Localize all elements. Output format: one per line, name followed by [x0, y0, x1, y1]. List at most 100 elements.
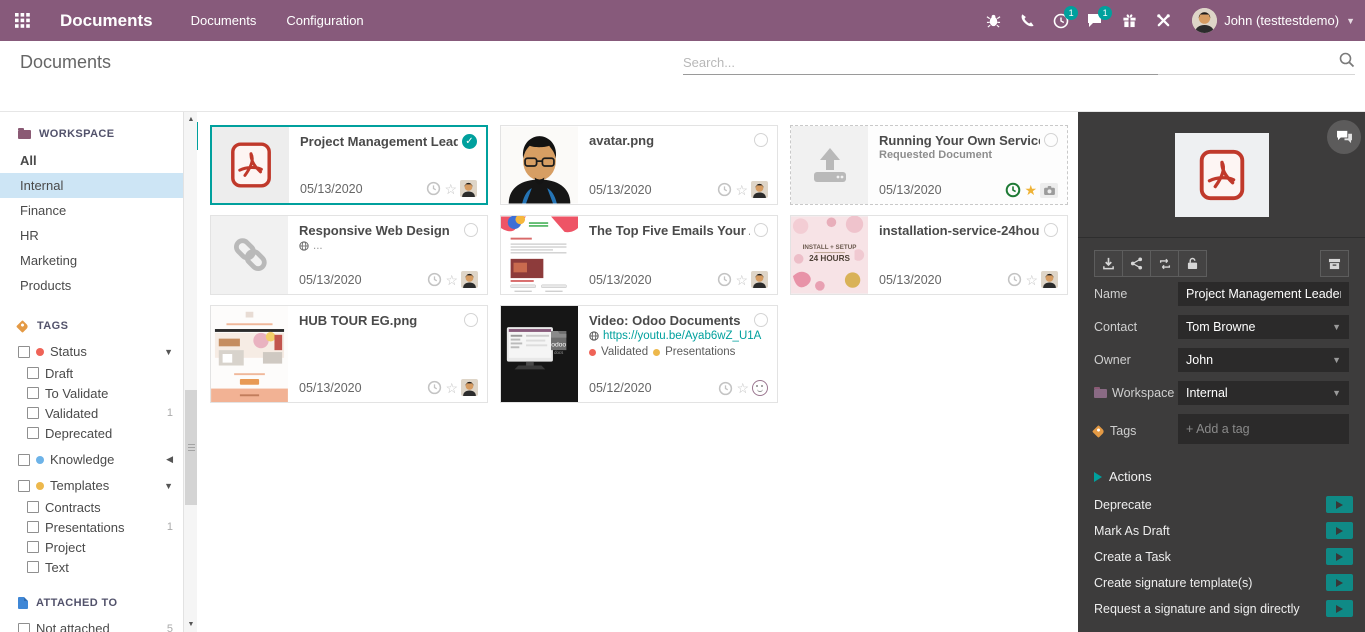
sidebar-item-internal[interactable]: Internal — [0, 173, 183, 198]
select-circle[interactable] — [754, 133, 768, 147]
star-icon[interactable]: ☆ — [1025, 273, 1038, 287]
sidebar-scrollbar[interactable]: ▲ ▼ — [183, 112, 197, 632]
checkbox[interactable] — [18, 480, 30, 492]
star-icon[interactable]: ☆ — [735, 183, 748, 197]
search-icon[interactable] — [1339, 52, 1355, 68]
card-url[interactable]: ... — [313, 240, 323, 252]
select-circle[interactable] — [754, 313, 768, 327]
menu-documents[interactable]: Documents — [191, 13, 257, 28]
run-action-button[interactable] — [1326, 600, 1353, 617]
checkbox[interactable] — [27, 541, 39, 553]
checkbox[interactable] — [27, 387, 39, 399]
run-action-button[interactable] — [1326, 574, 1353, 591]
document-card-installation[interactable]: INSTALL + SETUP 24 HOURS installation-se… — [790, 215, 1068, 295]
owner-avatar[interactable] — [460, 180, 477, 197]
menu-configuration[interactable]: Configuration — [286, 13, 363, 28]
tag-item-deprecated[interactable]: Deprecated — [0, 423, 183, 443]
workspace-select[interactable]: Internal ▼ — [1178, 381, 1349, 405]
star-icon[interactable]: ☆ — [736, 381, 749, 395]
tag-item-presentations[interactable]: Presentations 1 — [0, 517, 183, 537]
document-card-hub-tour[interactable]: HUB TOUR EG.png 05/13/2020 ☆ — [210, 305, 488, 403]
debug-bug-icon[interactable] — [978, 0, 1008, 41]
sidebar-item-products[interactable]: Products — [0, 273, 183, 298]
checkbox[interactable] — [18, 623, 30, 632]
messages-chat-icon[interactable]: 1 — [1080, 0, 1110, 41]
filter-not-attached[interactable]: Not attached 5 — [0, 617, 183, 632]
card-url[interactable]: https://youtu.be/Ayab6wZ_U1A — [603, 330, 761, 342]
tag-item-validated[interactable]: Validated 1 — [0, 403, 183, 423]
star-icon[interactable]: ☆ — [445, 381, 458, 395]
checkbox[interactable] — [18, 346, 30, 358]
scroll-up-arrow[interactable]: ▲ — [184, 112, 198, 127]
search-input[interactable] — [683, 49, 1355, 75]
run-action-button[interactable] — [1326, 548, 1353, 565]
gift-icon[interactable] — [1114, 0, 1144, 41]
chevron-down-icon[interactable]: ▼ — [164, 347, 173, 357]
select-circle[interactable] — [464, 313, 478, 327]
document-card-requested[interactable]: Running Your Own Service Bu... Requested… — [790, 125, 1068, 205]
sidebar-item-marketing[interactable]: Marketing — [0, 248, 183, 273]
activity-clock-icon[interactable] — [426, 181, 441, 196]
apps-menu-icon[interactable] — [0, 0, 44, 41]
select-circle[interactable] — [1044, 133, 1058, 147]
action-create-task[interactable]: Create a Task — [1094, 548, 1353, 565]
star-icon[interactable]: ☆ — [735, 273, 748, 287]
activity-clock-icon[interactable] — [427, 272, 442, 287]
share-button-panel[interactable] — [1122, 250, 1151, 277]
activities-clock-icon[interactable]: 1 — [1046, 0, 1076, 41]
tag-item-to-validate[interactable]: To Validate — [0, 383, 183, 403]
tag-item-contracts[interactable]: Contracts — [0, 497, 183, 517]
activity-clock-icon[interactable] — [1007, 272, 1022, 287]
sidebar-item-hr[interactable]: HR — [0, 223, 183, 248]
select-circle[interactable] — [464, 223, 478, 237]
selected-check-icon[interactable]: ✓ — [462, 134, 477, 149]
owner-avatar[interactable] — [461, 379, 478, 396]
tools-icon[interactable] — [1148, 0, 1178, 41]
owner-avatar[interactable] — [751, 181, 768, 198]
scrollbar-thumb[interactable] — [185, 390, 197, 505]
activity-clock-icon[interactable] — [718, 381, 733, 396]
activity-clock-icon-active[interactable] — [1005, 182, 1021, 198]
checkbox[interactable] — [27, 367, 39, 379]
checkbox[interactable] — [27, 521, 39, 533]
activity-clock-icon[interactable] — [427, 380, 442, 395]
action-deprecate[interactable]: Deprecate — [1094, 496, 1353, 513]
action-request-signature[interactable]: Request a signature and sign directly — [1094, 600, 1353, 617]
tag-item-project[interactable]: Project — [0, 537, 183, 557]
chevron-left-icon[interactable]: ◀ — [166, 454, 173, 465]
document-preview[interactable] — [1078, 112, 1365, 238]
app-brand[interactable]: Documents — [60, 11, 153, 31]
chatter-toggle-button[interactable] — [1327, 120, 1361, 154]
archive-button[interactable] — [1320, 250, 1349, 277]
owner-smiley-avatar[interactable] — [752, 380, 768, 396]
replace-button[interactable] — [1150, 250, 1179, 277]
star-icon[interactable]: ☆ — [444, 182, 457, 196]
tag-group-knowledge[interactable]: Knowledge ◀ — [0, 448, 183, 471]
checkbox[interactable] — [27, 501, 39, 513]
sidebar-item-all[interactable]: All — [0, 148, 183, 173]
star-icon-favorited[interactable]: ★ — [1024, 183, 1037, 197]
action-mark-as-draft[interactable]: Mark As Draft — [1094, 522, 1353, 539]
tag-item-draft[interactable]: Draft — [0, 363, 183, 383]
lock-button[interactable] — [1178, 250, 1207, 277]
owner-avatar[interactable] — [751, 271, 768, 288]
owner-select[interactable]: John ▼ — [1178, 348, 1349, 372]
select-circle[interactable] — [1044, 223, 1058, 237]
run-action-button[interactable] — [1326, 522, 1353, 539]
download-button[interactable] — [1094, 250, 1123, 277]
document-card-avatar[interactable]: avatar.png 05/13/2020 ☆ — [500, 125, 778, 205]
document-card-emails[interactable]: The Top Five Emails Your Aud... 05/13/20… — [500, 215, 778, 295]
checkbox[interactable] — [27, 407, 39, 419]
user-menu[interactable]: John (testtestdemo) ▼ — [1192, 8, 1355, 33]
select-circle[interactable] — [754, 223, 768, 237]
sidebar-item-finance[interactable]: Finance — [0, 198, 183, 223]
action-create-signature-template[interactable]: Create signature template(s) — [1094, 574, 1353, 591]
phone-icon[interactable] — [1012, 0, 1042, 41]
checkbox[interactable] — [27, 427, 39, 439]
tag-group-status[interactable]: Status ▼ — [0, 340, 183, 363]
document-card-url[interactable]: Responsive Web Design ... 05/13/2020 ☆ — [210, 215, 488, 295]
chevron-down-icon[interactable]: ▼ — [164, 481, 173, 491]
checkbox[interactable] — [27, 561, 39, 573]
activity-clock-icon[interactable] — [717, 272, 732, 287]
name-input-field[interactable] — [1186, 287, 1341, 301]
